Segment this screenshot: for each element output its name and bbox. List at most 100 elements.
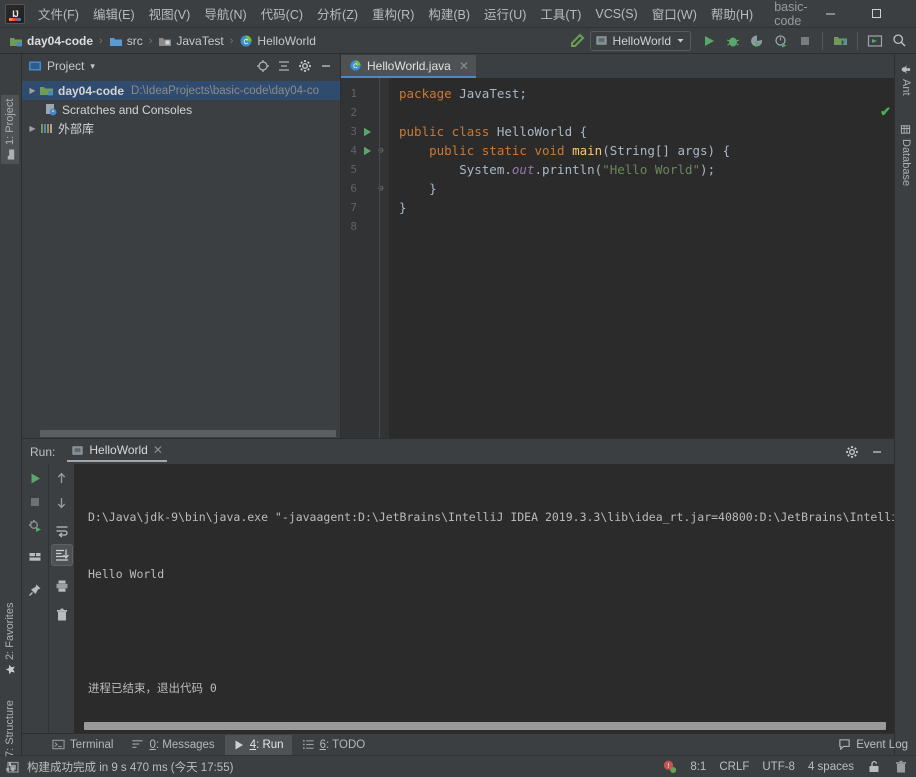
menu-tools[interactable]: 工具(T) (533, 0, 588, 27)
search-everywhere-button[interactable] (888, 30, 910, 52)
gutter-line: 3 (341, 122, 389, 141)
menu-edit[interactable]: 编辑(E) (86, 0, 142, 27)
editor-code-text[interactable]: package JavaTest; public class HelloWorl… (389, 78, 878, 438)
scroll-to-end-icon[interactable] (50, 544, 73, 566)
tab-messages[interactable]: 0: Messages (123, 735, 222, 755)
tree-row[interactable]: ▶ day04-code D:\IdeaProjects\basic-code\… (22, 81, 340, 100)
collapse-all-icon[interactable] (274, 56, 294, 76)
expand-arrow-icon[interactable]: ▶ (26, 124, 39, 133)
run-panel-title: Run: (30, 444, 56, 459)
lock-icon[interactable] (867, 760, 881, 774)
up-arrow-icon[interactable] (51, 467, 73, 489)
breadcrumb-src[interactable]: src (106, 33, 146, 49)
print-icon[interactable] (51, 575, 73, 597)
console-hscrollbar[interactable] (84, 722, 886, 730)
line-number: 2 (350, 106, 357, 119)
menu-analyze[interactable]: 分析(Z) (310, 0, 365, 27)
menu-window[interactable]: 窗口(W) (645, 0, 704, 27)
menu-run[interactable]: 运行(U) (477, 0, 533, 27)
editor-tab-label: HelloWorld.java (367, 58, 451, 73)
settings-gear-icon[interactable] (295, 56, 315, 76)
profile-button[interactable] (770, 30, 792, 52)
rerun-icon[interactable] (24, 467, 46, 489)
breadcrumb-javatest[interactable]: JavaTest (155, 33, 226, 49)
menu-refactor[interactable]: 重构(R) (365, 0, 421, 27)
tab-run[interactable]: 4: Run (224, 734, 292, 755)
sidebar-item-project[interactable]: 1: Project (1, 94, 19, 164)
project-tree[interactable]: ▶ day04-code D:\IdeaProjects\basic-code\… (22, 78, 340, 428)
build-hammer-icon[interactable] (566, 30, 588, 52)
fold-collapse-icon[interactable]: ⊖ (375, 184, 387, 194)
stop-icon[interactable] (24, 491, 46, 513)
sidebar-item-favorites[interactable]: 2: Favorites (1, 599, 19, 679)
scrollbar-thumb[interactable] (40, 430, 336, 437)
restore-layout-icon[interactable] (24, 515, 46, 537)
settings-gear-icon[interactable] (841, 441, 863, 463)
tab-helloworld-java[interactable]: C HelloWorld.java ✕ (341, 55, 476, 78)
menu-code[interactable]: 代码(C) (254, 0, 310, 27)
sidebar-item-database[interactable]: Database (897, 120, 915, 190)
menu-file[interactable]: 文件(F) (31, 0, 86, 27)
breadcrumb-helloworld[interactable]: C HelloWorld (236, 33, 318, 49)
tab-todo[interactable]: 6: TODO (294, 735, 374, 755)
console-output[interactable]: D:\Java\jdk-9\bin\java.exe "-javaagent:D… (74, 464, 894, 733)
run-button[interactable] (698, 30, 720, 52)
inspection-ok-icon[interactable]: ✔ (880, 104, 891, 120)
fold-collapse-icon[interactable]: ⊖ (375, 146, 387, 156)
trash-icon[interactable] (894, 760, 908, 774)
tab-terminal[interactable]: Terminal (44, 735, 121, 755)
close-icon[interactable]: ✕ (459, 59, 469, 73)
chevron-down-icon[interactable]: ▾ (90, 61, 95, 72)
line-separator[interactable]: CRLF (719, 761, 749, 773)
menu-help[interactable]: 帮助(H) (704, 0, 760, 27)
pin-tab-icon[interactable] (24, 579, 46, 601)
tree-row[interactable]: ▶ 外部库 (22, 119, 340, 138)
maximize-button[interactable] (854, 0, 900, 27)
menu-vcs[interactable]: VCS(S) (588, 3, 644, 25)
minimize-button[interactable] (808, 0, 854, 27)
svg-text:C: C (244, 39, 249, 46)
inspections-icon[interactable]: ! (662, 759, 677, 774)
run-class-gutter-icon[interactable] (360, 127, 374, 137)
soft-wrap-icon[interactable] (51, 520, 73, 542)
settings-window-button[interactable] (864, 30, 886, 52)
editor-inspection-strip[interactable]: ✔ (878, 78, 894, 438)
locate-icon[interactable] (253, 56, 273, 76)
window-title: basic-code (774, 0, 808, 28)
sidebar-item-ant[interactable]: Ant (897, 60, 915, 100)
debug-button[interactable] (722, 30, 744, 52)
run-with-coverage-button[interactable] (746, 30, 768, 52)
down-arrow-icon[interactable] (51, 491, 73, 513)
gutter-line: 2 (341, 103, 389, 122)
run-configuration-selector[interactable]: HelloWorld (589, 30, 691, 51)
run-tab-helloworld[interactable]: HelloWorld ✕ (67, 441, 167, 462)
expand-arrow-icon[interactable]: ▶ (26, 86, 39, 95)
event-log-button[interactable]: Event Log (838, 738, 908, 751)
update-project-button[interactable] (829, 30, 851, 52)
caret-position[interactable]: 8:1 (690, 761, 706, 773)
project-tree-hscrollbar[interactable] (22, 428, 340, 438)
breadcrumb-day04-code[interactable]: day04-code (6, 33, 96, 49)
stop-button[interactable] (794, 30, 816, 52)
menu-navigate[interactable]: 导航(N) (197, 0, 253, 27)
tree-row[interactable]: Scratches and Consoles (22, 100, 340, 119)
menu-build[interactable]: 构建(B) (421, 0, 477, 27)
hide-icon[interactable] (866, 441, 888, 463)
clear-all-icon[interactable] (51, 604, 73, 626)
dump-threads-icon[interactable] (24, 546, 46, 568)
menu-view[interactable]: 视图(V) (142, 0, 198, 27)
code-token: ); (700, 162, 716, 177)
breadcrumb-label: day04-code (27, 33, 94, 48)
structure-icon (5, 761, 14, 772)
hide-icon[interactable] (316, 56, 336, 76)
run-method-gutter-icon[interactable] (360, 146, 374, 156)
file-encoding[interactable]: UTF-8 (762, 761, 795, 773)
run-icon (705, 35, 714, 46)
close-button[interactable] (900, 0, 916, 27)
editor-gutter[interactable]: 1 2 3 4 ⊖ 5 6 ⊖ 7 8 (341, 78, 389, 438)
close-icon[interactable]: ✕ (153, 443, 163, 457)
indent-setting[interactable]: 4 spaces (808, 761, 854, 773)
module-icon (40, 87, 53, 96)
editor-body[interactable]: 1 2 3 4 ⊖ 5 6 ⊖ 7 8 package JavaTest; publ… (341, 78, 894, 438)
sidebar-item-structure[interactable]: 7: Structure (1, 696, 19, 776)
